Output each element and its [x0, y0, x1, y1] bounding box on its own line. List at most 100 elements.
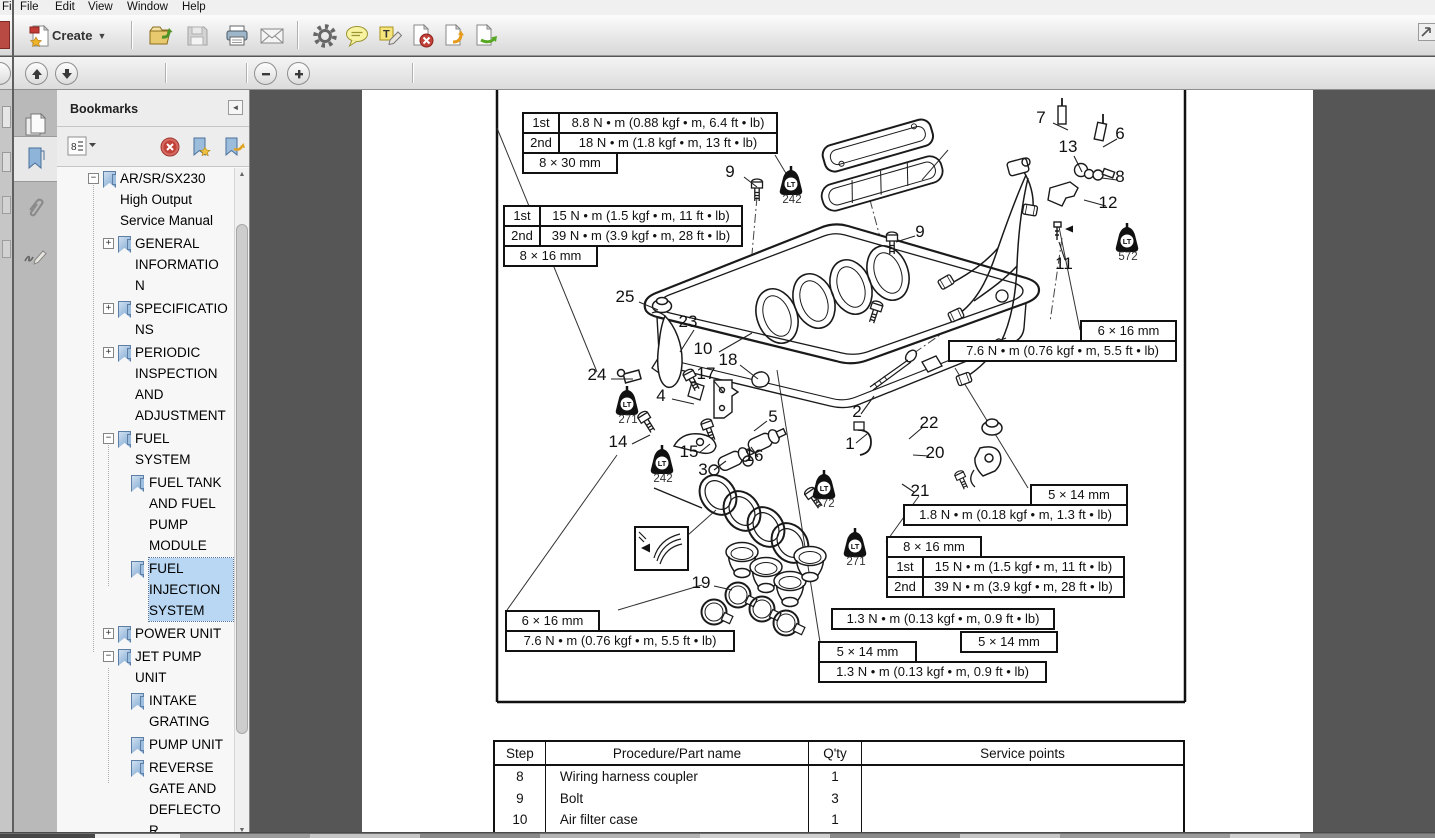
page-nav-toolbar: 89 / 512 100% ▼ — [0, 57, 1435, 90]
zoom-out-button[interactable] — [254, 62, 277, 85]
expand-icon[interactable]: + — [103, 303, 114, 314]
bookmark-icon — [118, 345, 131, 362]
toolbar-divider — [165, 63, 166, 83]
bookmark-item-jet-pump-unit[interactable]: − JET PUMP UNIT — [57, 646, 234, 688]
bookmark-label[interactable]: INTAKE GRATING — [149, 690, 233, 732]
attachments-icon[interactable] — [14, 186, 57, 232]
spec-text: 6 × 16 mm — [1080, 320, 1177, 342]
part-number-label: 8 — [1115, 167, 1124, 187]
save-icon[interactable] — [183, 22, 211, 50]
table-cell: 9 — [495, 788, 546, 810]
menu-view[interactable]: View — [88, 1, 113, 13]
torque-spec-box: 5 × 14 mm1.8 N • m (0.18 kgf • m, 1.3 ft… — [903, 484, 1128, 526]
table-cell: Bolt — [546, 788, 809, 810]
bookmark-icon — [118, 626, 131, 643]
spec-text: 1.8 N • m (0.18 kgf • m, 1.3 ft • lb) — [903, 504, 1128, 526]
part-number-label: 23 — [679, 312, 698, 332]
new-bookmark-icon[interactable] — [190, 136, 212, 158]
part-number-label: 6 — [1115, 124, 1124, 144]
part-number-label: 1 — [845, 434, 854, 454]
previous-page-button[interactable] — [25, 62, 48, 85]
part-number-label: 17 — [697, 364, 716, 384]
create-button[interactable]: Create ▼ — [22, 19, 112, 52]
table-cell: 1 — [809, 809, 862, 831]
bookmark-item-general-informatio-n[interactable]: + GENERAL INFORMATIO N — [57, 233, 234, 296]
expand-icon[interactable]: + — [103, 347, 114, 358]
bookmark-label[interactable]: FUEL INJECTION SYSTEM — [149, 558, 233, 621]
spec-text: 1.3 N • m (0.13 kgf • m, 0.9 ft • lb) — [818, 661, 1047, 683]
zoom-in-button[interactable] — [287, 62, 310, 85]
bookmark-label[interactable]: AR/SR/SX230 High Output Service Manual — [120, 168, 226, 231]
spec-text: 39 N • m (3.9 kgf • m, 28 ft • lb) — [539, 225, 743, 247]
background-window-icon — [0, 21, 10, 49]
column-header: Step — [495, 742, 546, 764]
menu-help[interactable]: Help — [182, 1, 206, 13]
exploded-diagram — [362, 90, 1313, 838]
spec-text: 8 × 16 mm — [503, 245, 598, 267]
comment-bubble-icon[interactable] — [343, 22, 371, 50]
bookmark-label[interactable]: FUEL SYSTEM — [135, 428, 227, 470]
bookmark-label[interactable]: FUEL TANK AND FUEL PUMP MODULE — [149, 472, 233, 556]
torque-spec-box: 8 × 16 mm1st15 N • m (1.5 kgf • m, 11 ft… — [886, 536, 1125, 598]
expand-icon[interactable]: + — [103, 238, 114, 249]
bookmark-item-fuel-injection-system[interactable]: FUEL INJECTION SYSTEM — [57, 558, 234, 621]
print-icon[interactable] — [223, 22, 251, 50]
bookmark-label[interactable]: PUMP UNIT — [149, 734, 233, 755]
spec-text: 5 × 14 mm — [1030, 484, 1128, 506]
bookmark-item-pump-unit[interactable]: PUMP UNIT — [57, 734, 234, 755]
bookmark-label[interactable]: PERIODIC INSPECTION AND ADJUSTMENT — [135, 342, 227, 426]
menu-edit[interactable]: Edit — [55, 1, 75, 13]
toolbar-divider — [297, 21, 298, 49]
settings-icon[interactable] — [311, 22, 339, 50]
text-edit-icon[interactable]: T — [376, 22, 404, 50]
collapse-panel-button[interactable]: ◄ — [228, 100, 243, 115]
menubar: Fil FileEditViewWindowHelp — [0, 0, 1435, 15]
bookmark-item-periodic-inspection-and-adjustment[interactable]: + PERIODIC INSPECTION AND ADJUSTMENT — [57, 342, 234, 426]
delete-page-icon[interactable] — [408, 22, 436, 50]
parts-table: StepProcedure/Part nameQ'tyService point… — [493, 740, 1185, 838]
delete-bookmark-icon[interactable] — [160, 137, 180, 157]
bookmarks-panel-icon[interactable] — [14, 136, 57, 182]
table-cell: 10 — [495, 809, 546, 831]
collapse-icon[interactable]: − — [103, 433, 114, 444]
goto-bookmark-icon[interactable] — [222, 136, 246, 158]
next-page-button[interactable] — [55, 62, 78, 85]
bookmark-options-icon[interactable]: 8 — [67, 136, 97, 156]
bookmark-item-fuel-tank-and-fuel-pump-module[interactable]: FUEL TANK AND FUEL PUMP MODULE — [57, 472, 234, 556]
toolbar-overflow-icon[interactable] — [1418, 23, 1435, 41]
spec-text: 39 N • m (3.9 kgf • m, 28 ft • lb) — [922, 576, 1125, 598]
toolbar-divider — [412, 63, 413, 83]
bookmark-label[interactable]: REVERSE GATE AND DEFLECTO R — [149, 757, 233, 838]
bookmark-label[interactable]: SPECIFICATIO NS — [135, 298, 227, 340]
toolbar-divider — [246, 63, 247, 83]
collapse-icon[interactable]: − — [103, 651, 114, 662]
bookmark-icon — [131, 737, 144, 754]
table-cell: 3 — [809, 788, 862, 810]
expand-icon[interactable]: + — [103, 628, 114, 639]
table-row: 10Air filter case1 — [495, 809, 1183, 831]
signatures-icon[interactable] — [14, 232, 57, 278]
bookmark-label[interactable]: GENERAL INFORMATIO N — [135, 233, 227, 296]
bookmark-item-intake-grating[interactable]: INTAKE GRATING — [57, 690, 234, 732]
extract-page-icon[interactable] — [440, 22, 468, 50]
pdf-page: 1st8.8 N • m (0.88 kgf • m, 6.4 ft • lb)… — [362, 90, 1313, 838]
bookmark-icon — [118, 236, 131, 253]
bookmarks-scrollbar[interactable]: ▲ ▼ — [234, 168, 249, 838]
scrollbar-thumb[interactable] — [236, 224, 248, 734]
menu-file[interactable]: File — [20, 1, 39, 13]
bookmark-label[interactable]: POWER UNIT — [135, 623, 227, 644]
menu-window[interactable]: Window — [127, 1, 168, 13]
bookmark-label[interactable]: JET PUMP UNIT — [135, 646, 227, 688]
table-cell: Wiring harness coupler — [546, 766, 809, 788]
export-page-icon[interactable] — [471, 22, 499, 50]
bookmark-item-ar-sr-sx230-high-output-service-manual[interactable]: − AR/SR/SX230 High Output Service Manual — [57, 168, 234, 231]
document-pane[interactable]: 1st8.8 N • m (0.88 kgf • m, 6.4 ft • lb)… — [250, 90, 1435, 838]
bookmark-item-fuel-system[interactable]: − FUEL SYSTEM — [57, 428, 234, 470]
bookmark-item-reverse-gate-and-deflecto-r[interactable]: REVERSE GATE AND DEFLECTO R — [57, 757, 234, 838]
email-icon[interactable] — [258, 22, 286, 50]
bookmark-item-power-unit[interactable]: + POWER UNIT — [57, 623, 234, 644]
bookmark-item-specificatio-ns[interactable]: + SPECIFICATIO NS — [57, 298, 234, 340]
collapse-icon[interactable]: − — [88, 173, 99, 184]
open-file-icon[interactable] — [147, 22, 175, 50]
scroll-up-icon[interactable]: ▲ — [235, 168, 249, 182]
